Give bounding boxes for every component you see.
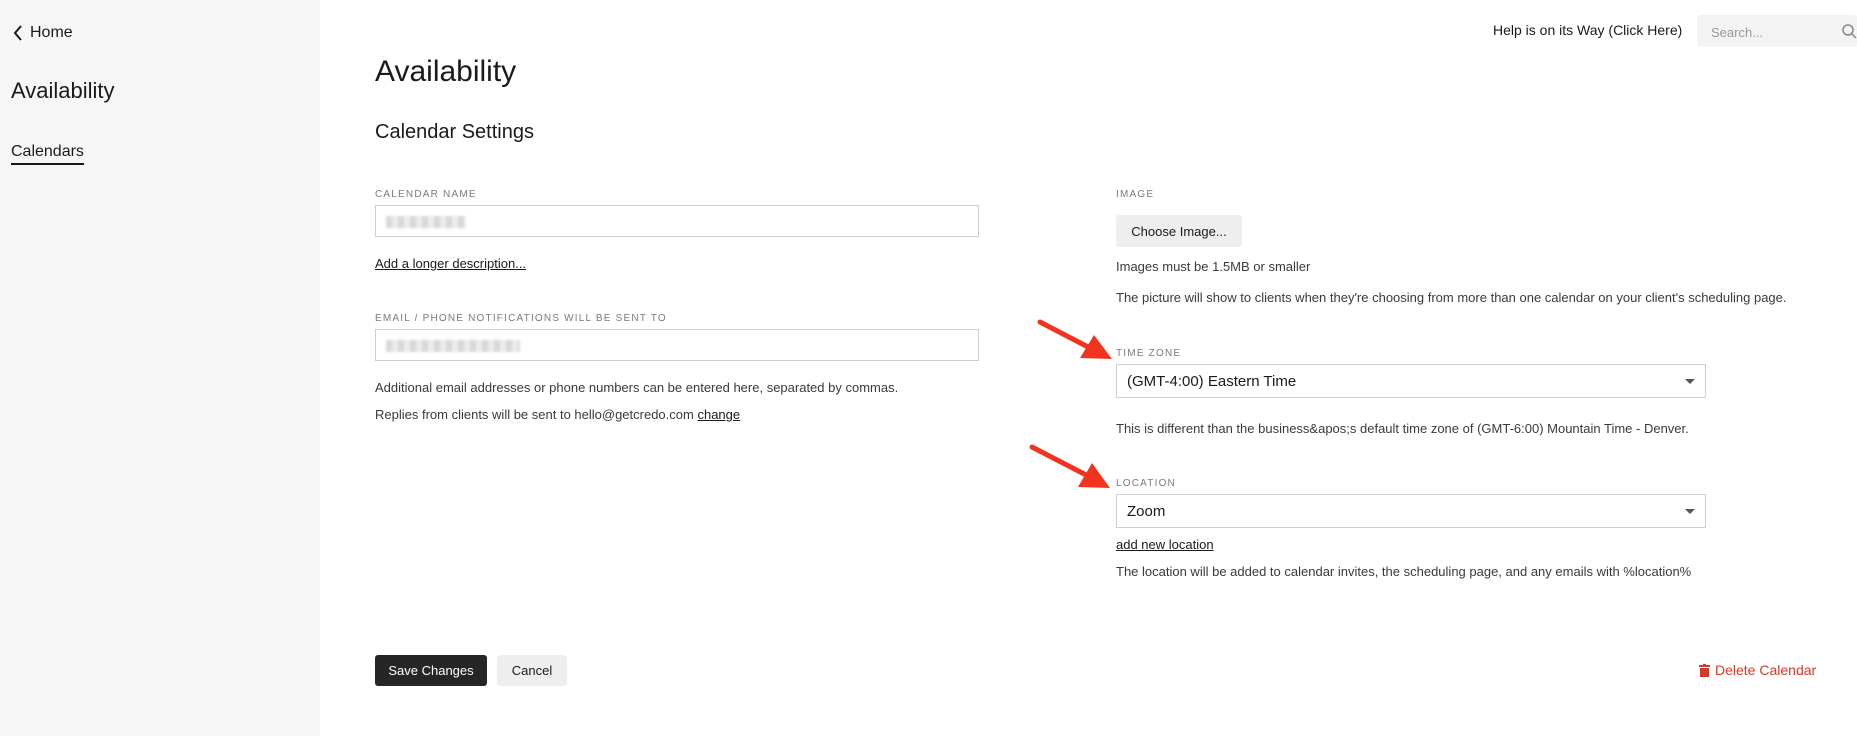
section-title: Calendar Settings — [375, 121, 534, 143]
annotation-arrow — [1037, 319, 1112, 359]
choose-image-button[interactable]: Choose Image... — [1116, 215, 1242, 247]
sidebar-item-calendars[interactable]: Calendars — [11, 143, 84, 165]
location-note: The location will be added to calendar i… — [1116, 564, 1692, 579]
save-changes-button[interactable]: Save Changes — [375, 655, 487, 686]
location-value: Zoom — [1127, 503, 1166, 520]
calendar-name-label: CALENDAR NAME — [375, 189, 477, 200]
delete-calendar-link[interactable]: Delete Calendar — [1699, 662, 1816, 678]
page-title: Availability — [375, 55, 517, 88]
redacted-value — [386, 340, 520, 352]
sidebar-title: Availability — [11, 78, 115, 103]
search-box — [1697, 15, 1857, 49]
time-zone-value: (GMT-4:00) Eastern Time — [1127, 373, 1297, 390]
time-zone-note: This is different than the business&apos… — [1116, 421, 1689, 436]
home-link-label: Home — [30, 24, 73, 41]
location-select[interactable]: Zoom — [1116, 494, 1706, 528]
calendar-name-input[interactable] — [375, 205, 979, 237]
replies-text-label: Replies from clients will be sent to hel… — [375, 407, 694, 422]
chevron-down-icon — [1685, 379, 1695, 384]
change-link[interactable]: change — [697, 407, 740, 422]
time-zone-select[interactable]: (GMT-4:00) Eastern Time — [1116, 364, 1706, 398]
redacted-value — [386, 216, 466, 228]
replies-text: Replies from clients will be sent to hel… — [375, 407, 740, 422]
search-input[interactable] — [1709, 15, 1833, 49]
image-size-note: Images must be 1.5MB or smaller — [1116, 259, 1311, 274]
chevron-left-icon — [13, 25, 22, 41]
notifications-label: EMAIL / PHONE NOTIFICATIONS WILL BE SENT… — [375, 313, 667, 324]
home-link[interactable]: Home — [12, 24, 73, 42]
delete-calendar-label: Delete Calendar — [1715, 662, 1817, 678]
notifications-input[interactable] — [375, 329, 979, 361]
notifications-help: Additional email addresses or phone numb… — [375, 380, 899, 395]
time-zone-label: TIME ZONE — [1116, 348, 1182, 359]
add-description-link[interactable]: Add a longer description... — [375, 256, 526, 271]
search-icon[interactable] — [1841, 23, 1857, 39]
chevron-down-icon — [1685, 509, 1695, 514]
add-location-link[interactable]: add new location — [1116, 537, 1214, 552]
cancel-button[interactable]: Cancel — [497, 655, 567, 686]
annotation-arrow — [1029, 444, 1110, 488]
sidebar: Home Availability Calendars — [0, 0, 320, 736]
image-description: The picture will show to clients when th… — [1116, 290, 1787, 305]
trash-icon — [1699, 663, 1710, 677]
image-label: IMAGE — [1116, 189, 1155, 200]
help-link[interactable]: Help is on its Way (Click Here) — [1493, 22, 1682, 38]
location-label: LOCATION — [1116, 478, 1176, 489]
